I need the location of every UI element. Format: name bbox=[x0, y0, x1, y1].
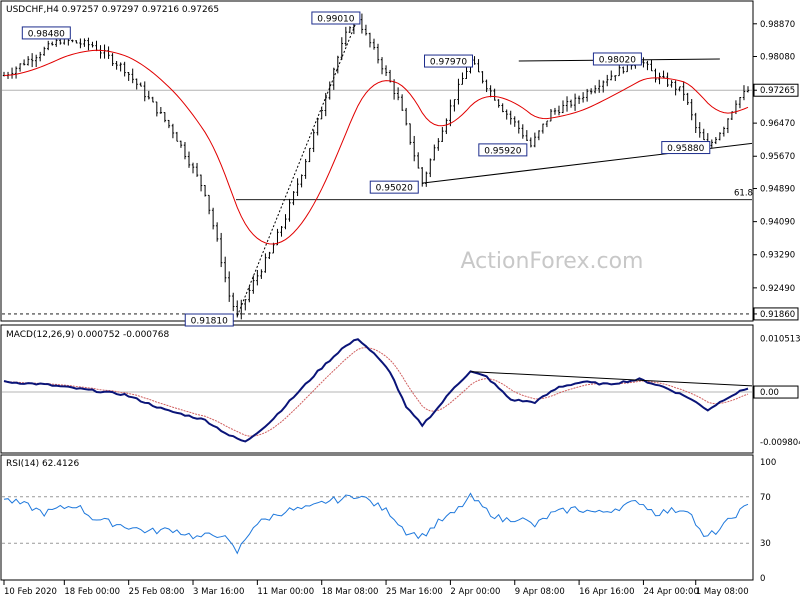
macd-tick-label: 0.00 bbox=[760, 388, 779, 398]
price-tick-label: 0.92490 bbox=[760, 284, 795, 294]
annotation-label: 0.95020 bbox=[376, 184, 413, 194]
x-tick-label: 25 Feb 08:00 bbox=[129, 587, 185, 597]
annotation-label: 0.97970 bbox=[430, 58, 467, 68]
x-tick-label: 3 Mar 16:00 bbox=[193, 587, 244, 597]
x-tick-label: 11 Mar 00:00 bbox=[257, 587, 314, 597]
price-tick-label: 0.98870 bbox=[760, 20, 795, 30]
annotation-label: 0.98480 bbox=[28, 29, 65, 39]
x-tick-label: 10 Feb 2020 bbox=[4, 587, 57, 597]
price-tick-label: 0.95670 bbox=[760, 152, 795, 162]
annotation-label: 0.99010 bbox=[317, 15, 354, 25]
rsi-tick-label: 30 bbox=[760, 539, 771, 549]
price-tick-label: 0.96470 bbox=[760, 119, 795, 129]
x-tick-label: 18 Feb 00:00 bbox=[64, 587, 120, 597]
price-tick-label: 0.98080 bbox=[760, 52, 795, 62]
macd-panel-frame bbox=[0, 324, 754, 454]
price-tick-label: 0.94090 bbox=[760, 218, 795, 228]
macd-header: MACD(12,26,9) 0.000752 -0.000768 bbox=[6, 330, 169, 340]
x-tick-label: 24 Apr 00:00 bbox=[643, 587, 698, 597]
x-tick-label: 16 Apr 16:00 bbox=[579, 587, 634, 597]
price-tick-label: 0.91860 bbox=[760, 310, 795, 320]
usdchf-chart: ActionForex.com USDCHF,H4 0.97257 0.9729… bbox=[0, 0, 800, 597]
x-tick-label: 25 Mar 16:00 bbox=[386, 587, 443, 597]
watermark: ActionForex.com bbox=[461, 249, 644, 274]
rsi-tick-label: 70 bbox=[760, 493, 771, 503]
x-tick-label: 2 Apr 00:00 bbox=[450, 587, 500, 597]
x-tick-label: 9 Apr 08:00 bbox=[515, 587, 565, 597]
rsi-panel-frame bbox=[0, 454, 754, 581]
fib-label: 61.8 bbox=[734, 189, 753, 199]
annotation-label: 0.95920 bbox=[484, 146, 521, 156]
rsi-header: RSI(14) 62.4126 bbox=[6, 459, 79, 469]
annotation-label: 0.98020 bbox=[599, 55, 636, 65]
annotation-label: 0.95880 bbox=[667, 144, 704, 154]
x-tick-label: 18 Mar 08:00 bbox=[322, 587, 379, 597]
rsi-tick-label: 100 bbox=[760, 458, 776, 468]
annotation-label: 0.91810 bbox=[191, 317, 228, 327]
price-tick-label: 0.97265 bbox=[760, 86, 795, 96]
price-tick-label: 0.93290 bbox=[760, 251, 795, 261]
x-tick-label: 1 May 08:00 bbox=[696, 587, 749, 597]
rsi-tick-label: 0 bbox=[760, 574, 765, 584]
macd-tick-label: 0.010513 bbox=[760, 334, 800, 344]
price-tick-label: 0.94890 bbox=[760, 185, 795, 195]
macd-tick-label: -0.009804 bbox=[760, 438, 800, 448]
symbol-header: USDCHF,H4 0.97257 0.97297 0.97216 0.9726… bbox=[6, 5, 219, 15]
